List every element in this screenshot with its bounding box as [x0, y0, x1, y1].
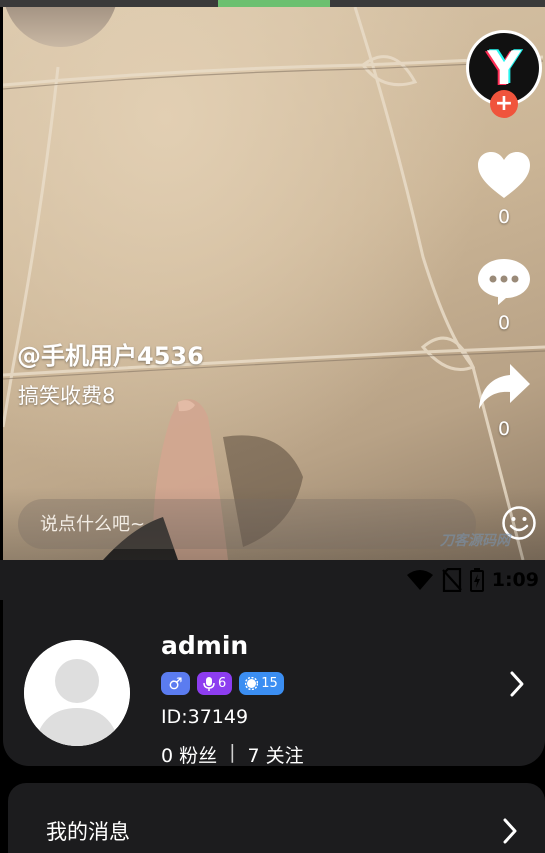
heart-icon[interactable]: [476, 150, 532, 200]
follow-count[interactable]: 7 关注: [248, 741, 304, 768]
share-action[interactable]: 0: [466, 362, 542, 440]
share-count: 0: [497, 418, 511, 440]
comment-input[interactable]: [40, 499, 440, 549]
level-gear-icon: [245, 677, 259, 690]
male-icon: ♂: [168, 674, 183, 693]
profile-name: admin: [161, 631, 249, 660]
status-time: 1:09: [491, 569, 539, 591]
author-avatar[interactable]: Y Y Y +: [466, 30, 542, 118]
comment-bubble-icon[interactable]: [476, 256, 532, 306]
comment-count: 0: [497, 312, 511, 334]
share-arrow-icon[interactable]: [476, 362, 532, 412]
wifi-icon: [406, 570, 433, 590]
like-count: 0: [497, 206, 511, 228]
no-sim-icon: [441, 568, 462, 592]
chevron-right-icon[interactable]: [500, 817, 520, 845]
video-progress-segment: [218, 0, 330, 7]
status-bar: 1:09: [0, 560, 545, 600]
profile-avatar[interactable]: [24, 640, 130, 746]
fans-count[interactable]: 0 粉丝: [161, 741, 217, 768]
watermark-text: 刀客源码网: [440, 533, 510, 549]
gender-badge: ♂: [161, 672, 190, 695]
profile-id: ID:37149: [161, 706, 249, 728]
chevron-right-icon[interactable]: [507, 670, 527, 698]
menu-item-messages-label: 我的消息: [46, 820, 130, 844]
comment-action[interactable]: 0: [466, 256, 542, 334]
svg-text:Y: Y: [486, 41, 521, 95]
video-player[interactable]: [3, 7, 545, 560]
profile-badges: ♂ 6 15: [161, 672, 284, 695]
floor-tile-lines: [3, 7, 545, 560]
user-level-value: 15: [261, 676, 278, 691]
default-avatar-icon: [24, 640, 130, 746]
voice-level-value: 6: [218, 676, 227, 691]
voice-level-badge: 6: [197, 672, 233, 695]
user-level-badge: 15: [239, 672, 284, 695]
like-action[interactable]: 0: [466, 150, 542, 228]
video-author[interactable]: @手机用户4536: [17, 336, 204, 371]
comment-bar[interactable]: [18, 499, 476, 549]
profile-card[interactable]: admin ♂ 6 15 ID:37149 0 粉丝 | 7 关注: [3, 600, 545, 768]
menu-item-messages[interactable]: 我的消息: [8, 783, 545, 853]
video-progress-strip: [0, 0, 545, 7]
follow-plus-button[interactable]: +: [490, 90, 518, 118]
stats-separator: |: [229, 741, 236, 763]
video-caption: 搞笑收费8: [18, 384, 116, 408]
microphone-icon: [203, 676, 215, 691]
profile-stats: 0 粉丝 | 7 关注: [161, 741, 304, 768]
battery-icon: [469, 568, 484, 592]
